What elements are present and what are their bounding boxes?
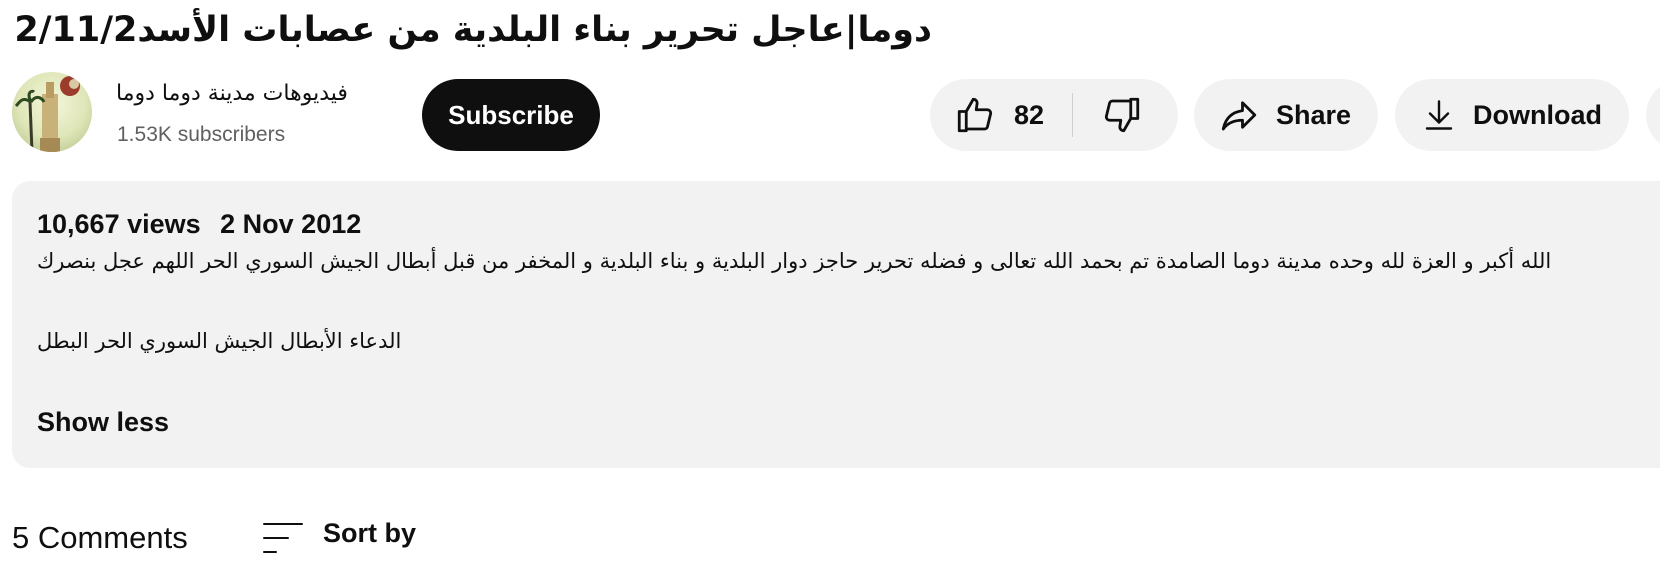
description-line: الله أكبر و العزة لله وحده مدينة دوما ال…	[37, 249, 1552, 273]
description-meta: 10,667 views 2 Nov 2012	[37, 209, 373, 240]
sort-lines-icon[interactable]	[262, 518, 306, 558]
upload-date: 2 Nov 2012	[220, 209, 362, 239]
subscribe-button[interactable]: Subscribe	[422, 79, 600, 151]
view-count: 10,667 views	[37, 209, 201, 239]
channel-avatar[interactable]	[12, 72, 92, 152]
download-label: Download	[1473, 99, 1602, 130]
watch-page: دوما|عاجل تحرير بناء البلدية من عصابات ا…	[0, 0, 1660, 576]
like-count: 82	[1014, 99, 1045, 130]
dislike-button[interactable]	[1073, 79, 1143, 151]
owner-row: فيديوهات مدينة دوما دوما 1.53K subscribe…	[12, 70, 652, 152]
avatar-image	[12, 72, 92, 152]
like-button[interactable]: 82	[930, 79, 1044, 151]
show-less-button[interactable]: Show less	[37, 407, 169, 438]
comments-header: 5 Comments Sort by	[12, 514, 712, 564]
thumbs-down-icon	[1104, 97, 1140, 133]
like-dislike-group: 82	[930, 79, 1178, 151]
download-icon	[1425, 100, 1453, 130]
subscriber-count: 1.53K subscribers	[117, 123, 286, 146]
video-title: دوما|عاجل تحرير بناء البلدية من عصابات ا…	[12, 10, 932, 50]
sort-by-button[interactable]: Sort by	[323, 518, 416, 549]
download-icon-wrap	[1421, 97, 1457, 133]
download-button[interactable]: Download	[1395, 79, 1629, 151]
more-actions-button[interactable]	[1646, 79, 1660, 151]
share-label: Share	[1276, 99, 1352, 130]
thumbs-up-icon	[957, 97, 993, 133]
share-arrow-icon	[1221, 101, 1257, 131]
share-icon-wrap	[1218, 94, 1260, 136]
description-line: الدعاء الأبطال الجيش السوري الحر البطل	[37, 329, 402, 353]
description-box[interactable]: 10,667 views 2 Nov 2012 الله أكبر و العز…	[12, 181, 1660, 468]
share-button[interactable]: Share	[1194, 79, 1378, 151]
comments-count: 5 Comments	[12, 520, 188, 555]
channel-name[interactable]: فيديوهات مدينة دوما دوما	[116, 80, 348, 108]
